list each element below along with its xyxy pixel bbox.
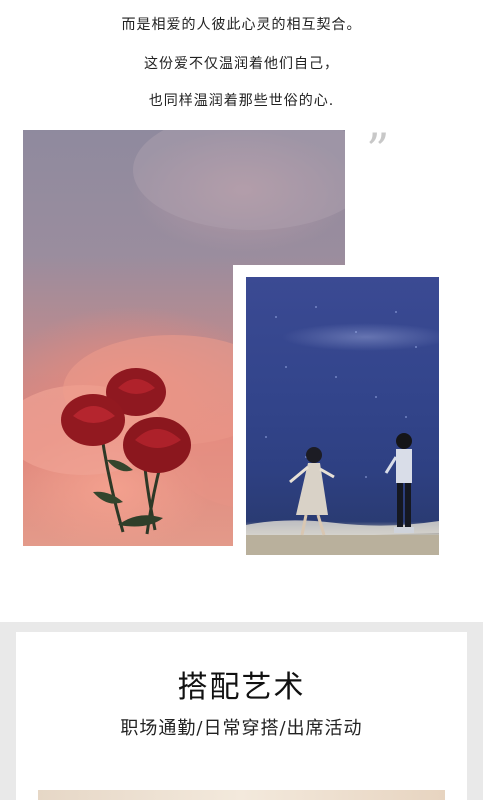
section-subtitle: 职场通勤/日常穿搭/出席活动 [120,718,363,739]
section-card: 搭配艺术 职场通勤/日常穿搭/出席活动 [16,632,467,800]
section-title: 搭配艺术 [177,670,306,705]
next-image-peek [38,790,445,800]
poem-line-2: 这份爱不仅温润着他们自己， [144,56,339,72]
poem-line-3: 也同样温润着那些世俗的心. [148,93,335,109]
quote-mark: ” [366,123,390,177]
couple-illustration [246,306,439,555]
couple-by-sea-photo [246,277,439,555]
poem-line-1: 而是相爱的人彼此心灵的相互契合。 [121,17,362,33]
